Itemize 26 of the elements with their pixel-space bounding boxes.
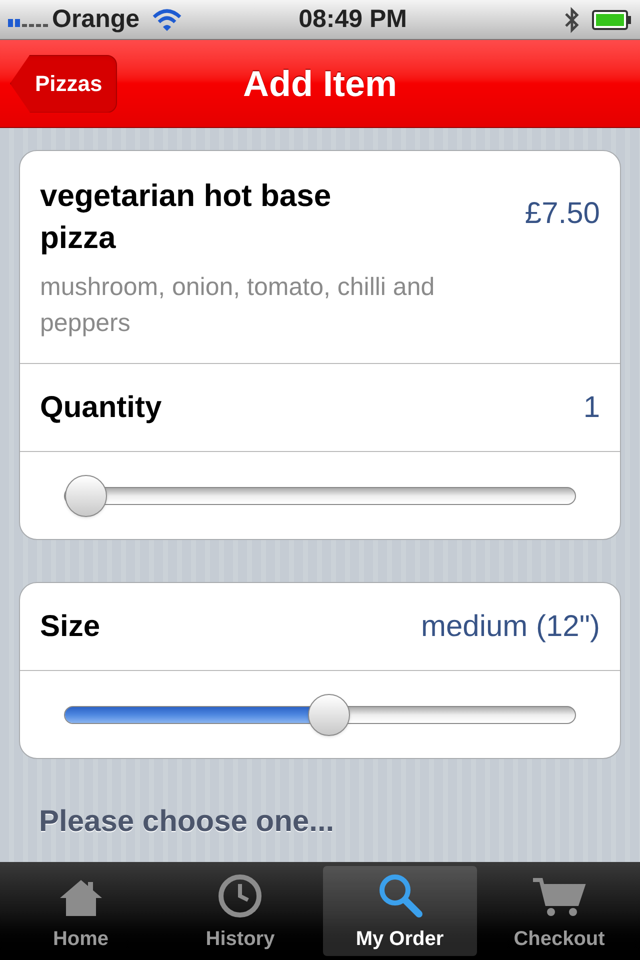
search-icon [376,872,423,918]
tab-bar-item[interactable]: History [164,866,317,956]
item-description: mushroom, onion, tomato, chilli and peppers [40,272,436,339]
clock-time: 08:49 PM [298,4,407,35]
item-price: £7.50 [524,196,600,232]
battery-icon [592,10,632,30]
row-label: Quantity [40,390,162,426]
row-value: medium (12") [420,609,600,645]
home-icon [58,878,104,918]
tab-bar-item[interactable]: My Order [323,866,476,956]
tab-bar-item[interactable]: Checkout [482,866,636,956]
row-value: 1 [583,390,600,426]
back-button[interactable]: Pizzas [10,54,118,112]
wifi-icon [152,8,182,32]
cart-icon [531,876,588,918]
clock-icon [218,874,262,918]
item-name: vegetarian hot base pizza [40,177,332,257]
section-header: Please choose one... [39,804,336,840]
slider-thumb[interactable] [65,474,107,516]
carrier-name: Orange [52,4,140,35]
bluetooth-icon [564,6,580,32]
row-label: Size [40,609,100,645]
tab-bar-item[interactable]: Home [4,866,158,956]
screen-title: Add Item [242,62,397,106]
signal-icon [8,18,48,26]
slider-thumb[interactable] [308,694,350,736]
